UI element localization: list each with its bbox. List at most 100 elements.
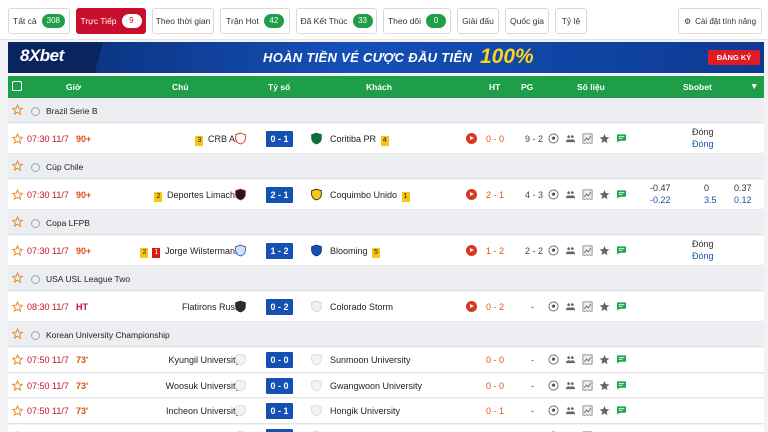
filter-tab[interactable]: Trực Tiếp 9: [76, 8, 146, 34]
settings-button[interactable]: ⚙ Cài đặt tính năng: [678, 8, 762, 34]
lineup-icon[interactable]: [565, 133, 576, 144]
home-team[interactable]: Kyungil University: [168, 355, 240, 365]
star-rating-icon[interactable]: [599, 301, 610, 312]
filter-tab[interactable]: Đã Kết Thúc 33: [296, 8, 377, 34]
favorite-star-icon[interactable]: [12, 405, 23, 416]
favorite-star-icon[interactable]: [12, 189, 23, 200]
ball-stats-icon[interactable]: [548, 133, 559, 144]
chat-icon[interactable]: [616, 133, 627, 144]
home-team[interactable]: Flatirons Rush: [182, 302, 240, 312]
chart-icon[interactable]: [582, 245, 593, 256]
odds-status[interactable]: Đóng: [692, 139, 714, 149]
register-button[interactable]: ĐĂNG KÝ: [708, 50, 760, 65]
chat-icon[interactable]: [616, 301, 627, 312]
live-stream-icon[interactable]: [466, 133, 477, 144]
star-rating-icon[interactable]: [599, 189, 610, 200]
filter-tab[interactable]: Theo thời gian: [152, 8, 214, 34]
away-team[interactable]: Gwangwoon University: [330, 381, 422, 391]
match-score[interactable]: 0 - 1: [266, 403, 293, 419]
match-score[interactable]: 0 - 2: [266, 299, 293, 315]
match-score[interactable]: 0 - 0: [266, 428, 293, 432]
odds-dropdown-icon[interactable]: ▼: [750, 81, 758, 91]
league-header[interactable]: Cúp Chile: [8, 155, 764, 179]
lineup-icon[interactable]: [565, 189, 576, 200]
chat-icon[interactable]: [616, 245, 627, 256]
chart-icon[interactable]: [582, 189, 593, 200]
favorite-star-icon[interactable]: [12, 379, 23, 391]
filter-tab[interactable]: Theo dõi 0: [383, 8, 451, 34]
match-row[interactable]: 07:50 11/7 73' Woosuk University 0 - 0 Gwan…: [8, 373, 764, 398]
favorite-star-icon[interactable]: [12, 328, 23, 339]
favorite-star-icon[interactable]: [12, 133, 23, 144]
filter-tab[interactable]: Trận Hot 42: [220, 8, 290, 34]
star-rating-icon[interactable]: [599, 354, 610, 365]
league-header[interactable]: Korean University Championship: [8, 323, 764, 347]
lineup-icon[interactable]: [565, 354, 576, 365]
chat-icon[interactable]: [616, 189, 627, 200]
ball-stats-icon[interactable]: [548, 405, 559, 416]
chat-icon[interactable]: [616, 405, 627, 416]
ball-stats-icon[interactable]: [548, 380, 559, 391]
match-score[interactable]: 2 - 1: [266, 187, 293, 203]
lineup-icon[interactable]: [565, 245, 576, 256]
favorite-star-icon[interactable]: [12, 272, 23, 283]
lineup-icon[interactable]: [565, 301, 576, 312]
live-stream-icon[interactable]: [466, 245, 477, 256]
odds-value[interactable]: 3.5: [704, 195, 717, 205]
away-team[interactable]: Sunmoon University: [330, 355, 411, 365]
promo-banner[interactable]: 8Xbet HOÀN TIỀN VÉ CƯỢC ĐẦU TIÊN 100% ĐĂ…: [8, 42, 764, 73]
favorite-star-icon[interactable]: [12, 160, 23, 171]
home-team[interactable]: Incheon University: [166, 406, 240, 416]
chart-icon[interactable]: [582, 380, 593, 391]
league-header[interactable]: Brazil Serie B: [8, 99, 764, 123]
favorite-star-icon[interactable]: [12, 245, 23, 256]
favorite-star-icon[interactable]: [12, 354, 23, 365]
star-rating-icon[interactable]: [599, 245, 610, 256]
match-score[interactable]: 1 - 2: [266, 243, 293, 259]
live-stream-icon[interactable]: [466, 189, 477, 200]
star-rating-icon[interactable]: [599, 405, 610, 416]
away-team[interactable]: Hongik University: [330, 406, 400, 416]
match-score[interactable]: 0 - 0: [266, 377, 293, 394]
chat-icon[interactable]: [616, 380, 627, 391]
home-team[interactable]: 21 Jorge Wilstermann: [138, 246, 240, 258]
match-row[interactable]: 07:50 11/773' Howon University0 - 0Chosu…: [8, 424, 764, 432]
ball-stats-icon[interactable]: [548, 189, 559, 200]
ball-stats-icon[interactable]: [548, 245, 559, 256]
chat-icon[interactable]: [616, 354, 627, 365]
filter-tab[interactable]: Giải đấu: [457, 8, 499, 34]
away-team[interactable]: Colorado Storm: [330, 302, 393, 312]
chart-icon[interactable]: [582, 133, 593, 144]
odds-value[interactable]: 0.12: [734, 195, 752, 205]
match-row[interactable]: 07:50 11/7 73' Incheon University 0 - 1 Hon…: [8, 399, 764, 424]
star-rating-icon[interactable]: [599, 133, 610, 144]
lineup-icon[interactable]: [565, 380, 576, 391]
favorite-star-icon[interactable]: [12, 301, 23, 312]
away-team[interactable]: Coquimbo Unido 1: [330, 190, 412, 202]
league-header[interactable]: Copa LFPB: [8, 211, 764, 235]
home-team[interactable]: Woosuk University: [166, 381, 240, 391]
away-team[interactable]: Coritiba PR 4: [330, 134, 391, 146]
chart-icon[interactable]: [582, 301, 593, 312]
ball-stats-icon[interactable]: [548, 301, 559, 312]
chart-icon[interactable]: [582, 405, 593, 416]
favorite-star-icon[interactable]: [12, 104, 23, 115]
lineup-icon[interactable]: [565, 405, 576, 416]
match-row[interactable]: 07:50 11/7 73' Kyungil University 0 - 0 Sun…: [8, 348, 764, 373]
odds-status[interactable]: Đóng: [692, 251, 714, 261]
chart-icon[interactable]: [582, 354, 593, 365]
away-team[interactable]: Blooming 5: [330, 246, 382, 258]
match-row[interactable]: 07:30 11/7 90+ 3 CRB AL 0 - 1 Coritiba PR 40…: [8, 124, 764, 154]
match-row[interactable]: 08:30 11/7 HT Flatirons Rush 0 - 2 Colorado…: [8, 292, 764, 322]
favorite-star-icon[interactable]: [12, 216, 23, 227]
filter-tab[interactable]: Tỷ lệ: [555, 8, 587, 34]
live-stream-icon[interactable]: [466, 301, 477, 312]
filter-tab[interactable]: Quốc gia: [505, 8, 549, 34]
match-score[interactable]: 0 - 0: [266, 352, 293, 368]
home-team[interactable]: 2 Deportes Limache: [152, 190, 240, 202]
star-rating-icon[interactable]: [599, 380, 610, 391]
odds-value[interactable]: -0.22: [650, 195, 671, 205]
select-all-checkbox[interactable]: [12, 81, 22, 91]
match-row[interactable]: 07:30 11/7 90+ 2 1 Jorge Wilstermann 1 - 2 Bl…: [8, 236, 764, 266]
league-header[interactable]: USA USL League Two: [8, 267, 764, 291]
